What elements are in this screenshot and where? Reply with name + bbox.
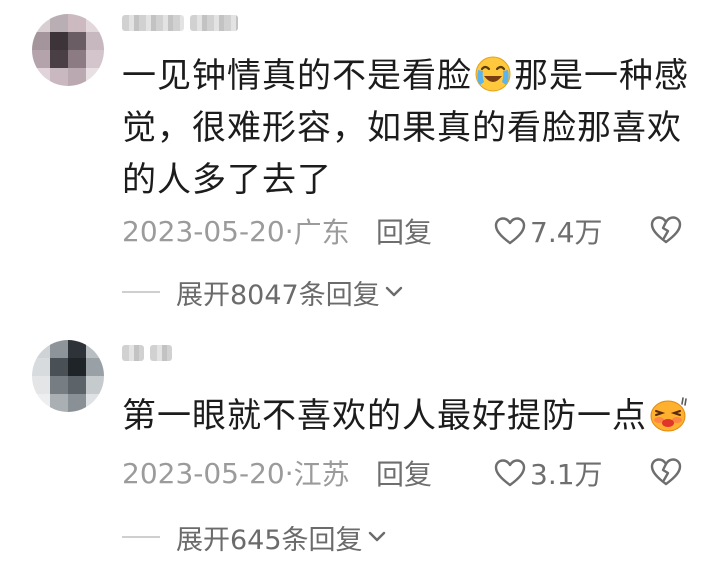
username-blurred [122,345,144,361]
like-count: 3.1万 [530,458,603,491]
comment-date: 2023-05-20 [122,214,285,248]
comment-location: 广东 [293,216,350,249]
comment-meta: 2023-05-20 · 广东 回复 7.4万 [122,211,692,251]
broken-heart-icon [650,458,682,486]
username-blurred [190,15,238,31]
like-button[interactable]: 7.4万 [494,211,603,251]
meta-separator: · [284,456,294,490]
expand-divider [122,536,160,538]
username-blurred [150,345,172,361]
expand-replies-button[interactable]: 展开8047条回复 [122,272,404,312]
like-button[interactable]: 3.1万 [494,453,603,493]
like-count: 7.4万 [530,216,603,249]
expand-replies-button[interactable]: 展开645条回复 [122,517,387,557]
broken-heart-icon [650,216,682,244]
comment-text: 一见钟情真的不是看脸 那是一种感觉，很难形容，如果真的看脸那喜欢的人多了去了 [122,50,692,206]
heart-outline-icon [494,217,526,245]
dislike-button[interactable] [650,457,682,494]
comment-meta: 2023-05-20 · 江苏 回复 3.1万 [122,453,692,493]
heart-outline-icon [494,459,526,487]
sweat-blush-emoji [649,395,687,433]
expand-replies-label: 展开8047条回复 [176,279,380,311]
meta-separator: · [284,214,294,248]
username[interactable] [122,338,172,368]
comment-item: 一见钟情真的不是看脸 那是一种感觉，很难形容，如果真的看脸那喜欢的人多了去了 2… [0,0,720,330]
comment-text-part: 第一眼就不喜欢的人最好提防一点 [122,396,647,436]
avatar[interactable] [32,14,104,86]
dislike-button[interactable] [650,215,682,252]
comment-text-part: 一见钟情真的不是看脸 [122,56,472,96]
chevron-down-icon [385,286,402,297]
comment-location: 江苏 [293,458,350,491]
username-blurred [122,15,184,31]
avatar[interactable] [32,340,104,412]
chevron-down-icon [368,531,385,542]
reply-button[interactable]: 回复 [376,211,432,251]
reply-button[interactable]: 回复 [376,453,432,493]
expand-replies-label: 展开645条回复 [176,524,363,556]
comment-item: 第一眼就不喜欢的人最好提防一点 2023-05-20 · 江苏 回复 3.1万 … [0,330,720,570]
cry-laugh-emoji [474,55,512,93]
comment-date: 2023-05-20 [122,456,285,490]
expand-divider [122,291,160,293]
username[interactable] [122,8,238,38]
comment-text: 第一眼就不喜欢的人最好提防一点 [122,390,692,442]
